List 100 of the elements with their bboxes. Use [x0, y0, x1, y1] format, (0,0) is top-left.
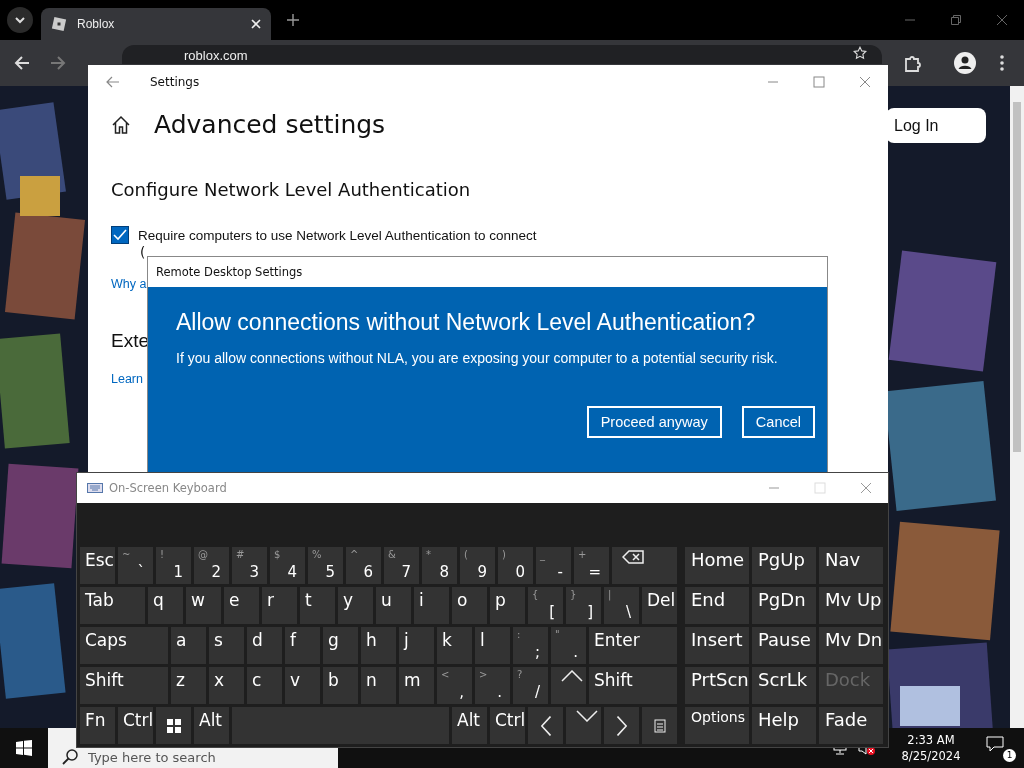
keyboard-key[interactable]: + =: [574, 547, 609, 584]
keyboard-key[interactable]: t: [300, 587, 335, 624]
keyboard-key[interactable]: d: [247, 627, 282, 664]
keyboard-key[interactable]: e: [224, 587, 259, 624]
keyboard-key[interactable]: n: [361, 667, 396, 704]
home-icon[interactable]: [111, 114, 131, 135]
keyboard-key[interactable]: Options: [685, 707, 749, 744]
tab-search-button[interactable]: [7, 7, 33, 33]
keyboard-key[interactable]: [156, 707, 191, 744]
keyboard-key[interactable]: { [: [528, 587, 563, 624]
puzzle-icon[interactable]: [903, 54, 921, 72]
keyboard-key[interactable]: z: [171, 667, 206, 704]
notification-icon[interactable]: [986, 736, 1004, 752]
keyboard-key[interactable]: Mv Up: [819, 587, 883, 624]
checkbox[interactable]: [111, 226, 129, 244]
keyboard-key[interactable]: # 3: [232, 547, 267, 584]
keyboard-key[interactable]: y: [338, 587, 373, 624]
login-button[interactable]: Log In: [886, 108, 986, 143]
keyboard-key[interactable]: Help: [752, 707, 816, 744]
keyboard-key[interactable]: b: [323, 667, 358, 704]
keyboard-key[interactable]: PgDn: [752, 587, 816, 624]
keyboard-key[interactable]: Shift: [589, 667, 677, 704]
address-bar[interactable]: roblox.com: [122, 45, 882, 64]
keyboard-key[interactable]: Ctrl: [118, 707, 153, 744]
keyboard-key[interactable]: ) 0: [498, 547, 533, 584]
keyboard-key[interactable]: PrtScn: [685, 667, 749, 704]
keyboard-key[interactable]: | \: [604, 587, 639, 624]
keyboard-key[interactable]: Alt: [452, 707, 487, 744]
star-icon[interactable]: [853, 46, 867, 60]
keyboard-key[interactable]: o: [452, 587, 487, 624]
keyboard-key[interactable]: Fn: [80, 707, 115, 744]
keyboard-key[interactable]: [604, 707, 639, 744]
keyboard-key[interactable]: [612, 547, 677, 584]
forward-arrow-icon[interactable]: [50, 55, 66, 71]
keyboard-key[interactable]: Home: [685, 547, 749, 584]
keyboard-key[interactable]: _ -: [536, 547, 571, 584]
keyboard-key[interactable]: i: [414, 587, 449, 624]
keyboard-key[interactable]: > .: [475, 667, 510, 704]
keyboard-key[interactable]: r: [262, 587, 297, 624]
keyboard-key[interactable]: " .: [551, 627, 586, 664]
keyboard-key[interactable]: ScrLk: [752, 667, 816, 704]
keyboard-key[interactable]: w: [186, 587, 221, 624]
keyboard-key[interactable]: a: [171, 627, 206, 664]
keyboard-key[interactable]: x: [209, 667, 244, 704]
keyboard-key[interactable]: Pause: [752, 627, 816, 664]
profile-icon[interactable]: [954, 52, 976, 74]
keyboard-key[interactable]: Esc: [80, 547, 115, 584]
help-link[interactable]: Why a: [111, 277, 147, 291]
keyboard-key[interactable]: Fade: [819, 707, 883, 744]
search-icon: [62, 749, 78, 765]
keyboard-key[interactable]: ? /: [513, 667, 548, 704]
keyboard-key[interactable]: l: [475, 627, 510, 664]
keyboard-key[interactable]: v: [285, 667, 320, 704]
learn-link[interactable]: Learn: [111, 372, 143, 386]
keyboard-key[interactable]: } ]: [566, 587, 601, 624]
keyboard-key[interactable]: u: [376, 587, 411, 624]
clock-date[interactable]: 8/25/2024: [901, 748, 961, 764]
dialog-button[interactable]: Proceed anyway: [586, 406, 722, 438]
keyboard-key[interactable]: Nav: [819, 547, 883, 584]
keyboard-key[interactable]: k: [437, 627, 472, 664]
keyboard-key[interactable]: h: [361, 627, 396, 664]
dialog-button[interactable]: Cancel: [741, 406, 815, 438]
keyboard-key[interactable]: Caps: [80, 627, 168, 664]
keyboard-key[interactable]: f: [285, 627, 320, 664]
keyboard-key[interactable]: Shift: [80, 667, 168, 704]
keyboard-key[interactable]: Enter: [589, 627, 677, 664]
keyboard-key[interactable]: $ 4: [270, 547, 305, 584]
keyboard-key[interactable]: Tab: [80, 587, 145, 624]
windows-logo-icon[interactable]: [16, 740, 32, 756]
keyboard-key[interactable]: s: [209, 627, 244, 664]
keyboard-key[interactable]: ^ 6: [346, 547, 381, 584]
keyboard-key[interactable]: % 5: [308, 547, 343, 584]
keyboard-key[interactable]: Alt: [194, 707, 229, 744]
scrollbar[interactable]: [1010, 86, 1024, 728]
keyboard-key[interactable]: g: [323, 627, 358, 664]
keyboard-key[interactable]: ! 1: [156, 547, 191, 584]
restore-icon[interactable]: [950, 14, 962, 26]
keyboard-key[interactable]: [528, 707, 563, 744]
keyboard-key[interactable]: q: [148, 587, 183, 624]
keyboard-key[interactable]: Mv Dn: [819, 627, 883, 664]
keyboard-key[interactable]: @ 2: [194, 547, 229, 584]
keyboard-key[interactable]: ( 9: [460, 547, 495, 584]
keyboard-key[interactable]: < ,: [437, 667, 472, 704]
keyboard-key[interactable]: & 7: [384, 547, 419, 584]
keyboard-key[interactable]: PgUp: [752, 547, 816, 584]
keyboard-key[interactable]: End: [685, 587, 749, 624]
keyboard-key[interactable]: * 8: [422, 547, 457, 584]
keyboard-key[interactable]: : ;: [513, 627, 548, 664]
clock-time[interactable]: 2:33 AM: [907, 732, 955, 748]
keyboard-key[interactable]: j: [399, 627, 434, 664]
plus-icon[interactable]: [287, 14, 299, 26]
keyboard-key[interactable]: Ctrl: [490, 707, 525, 744]
keyboard-key[interactable]: m: [399, 667, 434, 704]
browser-tab[interactable]: Roblox: [41, 8, 271, 40]
keyboard-key[interactable]: p: [490, 587, 525, 624]
menu-icon[interactable]: [1000, 55, 1004, 71]
keyboard-key[interactable]: Insert: [685, 627, 749, 664]
keyboard-key[interactable]: c: [247, 667, 282, 704]
keyboard-key[interactable]: Del: [642, 587, 677, 624]
keyboard-key[interactable]: ~ `: [118, 547, 153, 584]
